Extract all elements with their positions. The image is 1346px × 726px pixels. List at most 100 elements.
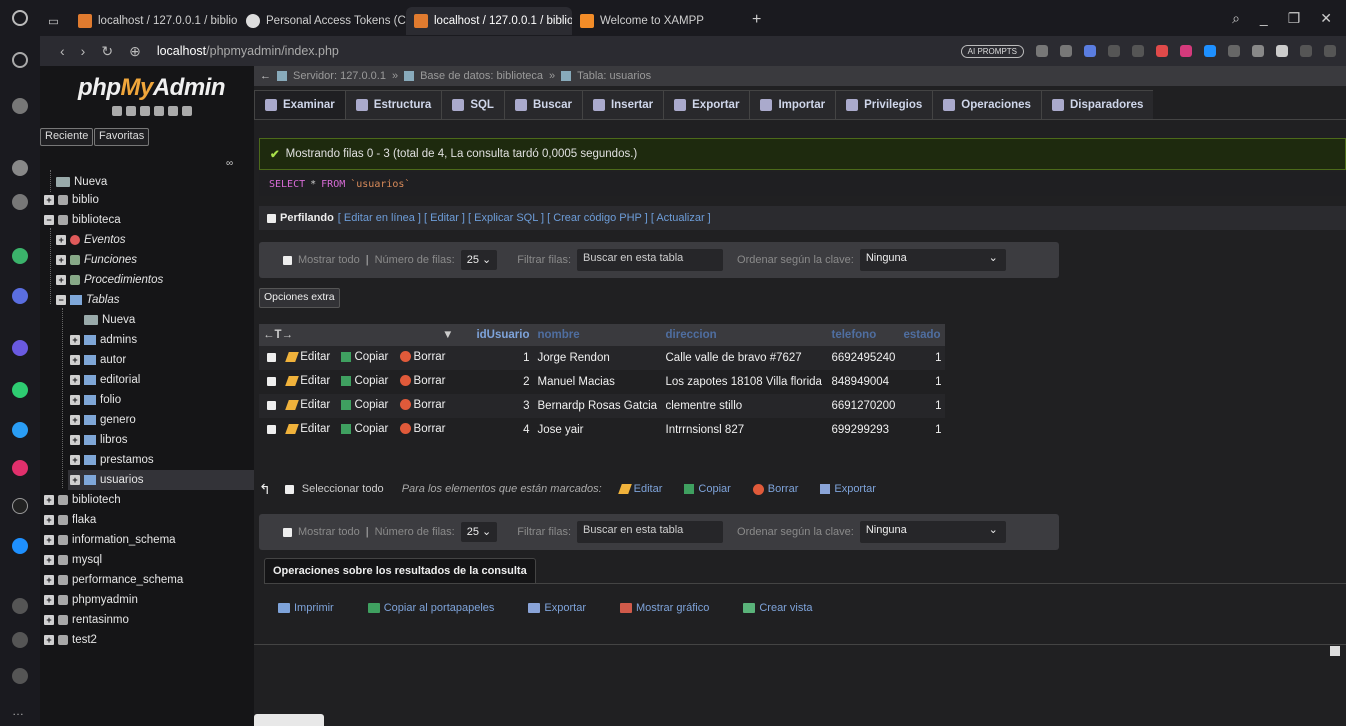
expand-icon[interactable]: + [56, 235, 66, 245]
help-icon[interactable] [140, 106, 150, 116]
reload-nav-icon[interactable] [182, 106, 192, 116]
tree-item-new-table[interactable]: Nueva [84, 310, 135, 330]
order-select[interactable]: Ninguna ⌄ [859, 249, 1006, 271]
cell-idusuario[interactable]: 4 [457, 418, 534, 442]
cell-direccion[interactable]: Calle valle de bravo #7627 [661, 346, 828, 370]
edit-row-button[interactable]: Editar [285, 375, 330, 387]
tab-operaciones[interactable]: Operaciones [932, 90, 1041, 120]
expand-icon[interactable]: + [56, 275, 66, 285]
forward-icon[interactable]: › [81, 43, 86, 59]
copy-row-button[interactable]: Copiar [341, 351, 388, 363]
mass-copy-button[interactable]: Copiar [684, 483, 731, 495]
restore-icon[interactable]: ❐ [1288, 10, 1301, 27]
back-icon[interactable]: ‹ [60, 43, 65, 59]
expand-icon[interactable]: + [44, 195, 54, 205]
cell-nombre[interactable]: Bernardp Rosas Gatcia [533, 394, 662, 418]
edit-row-button[interactable]: Editar [285, 399, 330, 411]
tree-item-editorial[interactable]: + editorial [70, 370, 140, 390]
column-header-estado[interactable]: estado [899, 324, 946, 346]
telegram-icon[interactable] [12, 422, 28, 438]
tree-item-bibliotech[interactable]: + bibliotech [44, 490, 121, 510]
sort-triangle-icon[interactable]: ▼ [442, 329, 453, 341]
reload-icon[interactable]: ↻ [101, 43, 113, 60]
expand-icon[interactable]: + [44, 635, 54, 645]
logout-icon[interactable] [126, 106, 136, 116]
tree-item-biblioteca[interactable]: − biblioteca [44, 210, 121, 230]
cell-estado[interactable]: 1 [899, 418, 946, 442]
expand-icon[interactable]: + [70, 395, 80, 405]
rows-select[interactable]: 25 ⌄ [460, 522, 498, 542]
tree-item-tablas[interactable]: − Tablas [56, 290, 119, 310]
tree-item-new-db[interactable]: Nueva [56, 172, 107, 192]
cell-estado[interactable]: 1 [899, 370, 946, 394]
extension-pink-icon[interactable] [1180, 45, 1192, 57]
cell-direccion[interactable]: clementre stillo [661, 394, 828, 418]
extension-red-icon[interactable] [1156, 45, 1168, 57]
tree-item-folio[interactable]: + folio [70, 390, 121, 410]
url-field[interactable]: localhost/phpmyadmin/index.php [157, 44, 339, 58]
copy-to-clipboard-button[interactable]: Copiar al portapapeles [367, 602, 494, 614]
copy-row-button[interactable]: Copiar [341, 399, 388, 411]
cell-direccion[interactable]: Intrrnsionsl 827 [661, 418, 828, 442]
expand-icon[interactable]: + [70, 415, 80, 425]
collapse-icon[interactable]: − [44, 215, 54, 225]
tab-buscar[interactable]: Buscar [503, 90, 582, 120]
delete-row-button[interactable]: Borrar [399, 423, 446, 435]
ai-icon[interactable] [12, 194, 28, 210]
order-select[interactable]: Ninguna ⌄ [859, 521, 1006, 543]
tab-disparadores[interactable]: Disparadores [1040, 90, 1154, 120]
play-icon[interactable] [1108, 45, 1120, 57]
browser-tab-4[interactable]: Welcome to XAMPP ✕ [572, 7, 742, 35]
copy-row-button[interactable]: Copiar [341, 375, 388, 387]
tree-item-admins[interactable]: + admins [70, 330, 137, 350]
cell-idusuario[interactable]: 1 [457, 346, 534, 370]
tab-estructura[interactable]: Estructura [344, 90, 442, 120]
print-button[interactable]: Imprimir [278, 602, 334, 614]
tab-exportar[interactable]: Exportar [663, 90, 750, 120]
expand-icon[interactable]: + [70, 455, 80, 465]
tab-importar[interactable]: Importar [749, 90, 836, 120]
tree-item-autor[interactable]: + autor [70, 350, 126, 370]
cell-nombre[interactable]: Manuel Macias [533, 370, 662, 394]
screenshot-icon[interactable] [1060, 45, 1072, 57]
column-header-telefono[interactable]: telefono [827, 324, 900, 346]
bag-icon[interactable] [12, 98, 28, 114]
search-tabs-icon[interactable]: ⌕ [1232, 10, 1240, 27]
show-all-checkbox[interactable] [283, 527, 292, 537]
battery-icon[interactable] [1276, 45, 1288, 57]
collapse-nav-icon[interactable]: ← [260, 70, 271, 82]
extra-options-button[interactable]: Opciones extra [259, 288, 340, 308]
download-icon[interactable] [1252, 45, 1264, 57]
filter-search-input[interactable]: Buscar en esta tabla [577, 521, 724, 543]
cell-direccion[interactable]: Los zapotes 18108 Villa florida [661, 370, 828, 394]
column-header-idusuario[interactable]: idUsuario [457, 324, 534, 346]
link-with-main-icon[interactable]: ∞ [226, 158, 233, 169]
cell-idusuario[interactable]: 3 [457, 394, 534, 418]
cell-telefono[interactable]: 848949004 [827, 370, 900, 394]
tree-item-usuarios[interactable]: + usuarios [68, 470, 254, 490]
expand-icon[interactable]: + [70, 475, 80, 485]
mass-export-button[interactable]: Exportar [820, 483, 876, 495]
recent-tables-button[interactable]: Reciente [40, 128, 94, 146]
tree-item-biblio[interactable]: + biblio [44, 190, 99, 210]
twitch-icon[interactable] [12, 160, 28, 176]
new-tab-icon[interactable]: + [742, 11, 771, 29]
tree-item-eventos[interactable]: + Eventos [56, 230, 126, 250]
tree-item-flaka[interactable]: + flaka [44, 510, 96, 530]
tree-item-test2[interactable]: + test2 [44, 630, 97, 650]
row-checkbox[interactable] [267, 425, 276, 435]
console-toggle[interactable] [254, 714, 324, 726]
column-header-direccion[interactable]: direccion [661, 324, 828, 346]
show-all-checkbox[interactable] [283, 255, 292, 265]
tree-item-libros[interactable]: + libros [70, 430, 127, 450]
browser-tab-3[interactable]: localhost / 127.0.0.1 / biblio ✕ [406, 7, 572, 35]
breadcrumb-server[interactable]: Servidor: 127.0.0.1 [293, 70, 386, 82]
tree-item-information-schema[interactable]: + information_schema [44, 530, 176, 550]
speed-dial-icon[interactable] [12, 52, 28, 68]
tab-insertar[interactable]: Insertar [581, 90, 664, 120]
close-window-icon[interactable]: ✕ [1320, 10, 1332, 27]
expand-icon[interactable]: + [70, 435, 80, 445]
expand-icon[interactable]: + [44, 575, 54, 585]
tree-item-rentasinmo[interactable]: + rentasinmo [44, 610, 129, 630]
expand-icon[interactable]: + [44, 535, 54, 545]
